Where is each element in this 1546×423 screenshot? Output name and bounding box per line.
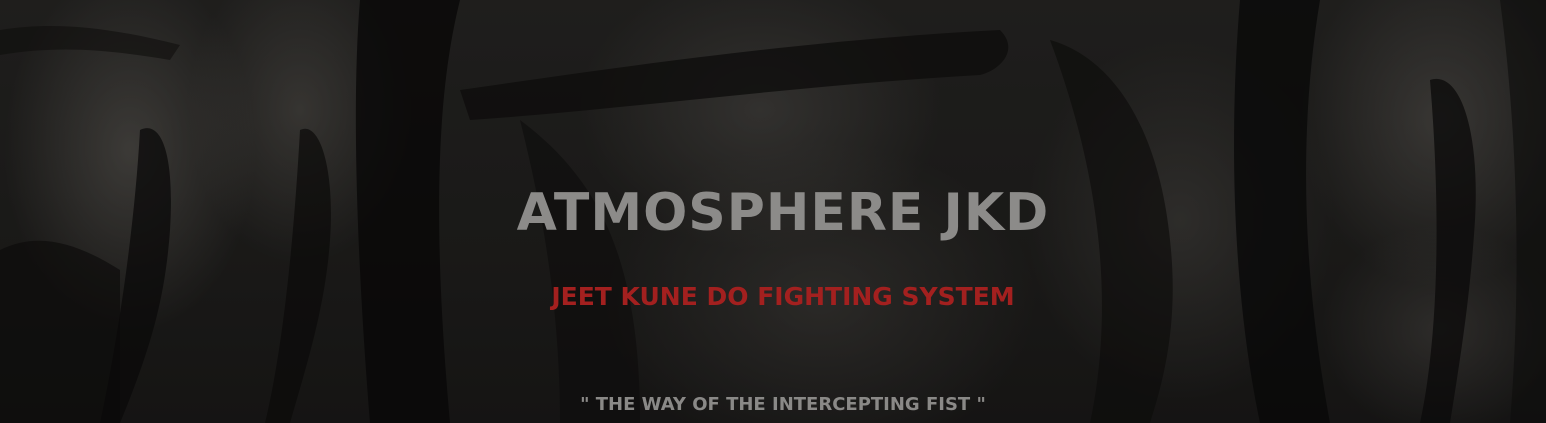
hero-content: ATMOSPHERE JKD JEET KUNE DO FIGHTING SYS…: [0, 0, 1546, 423]
tagline-quote: " THE WAY OF THE INTERCEPTING FIST ": [580, 394, 986, 415]
site-subtitle: JEET KUNE DO FIGHTING SYSTEM: [551, 282, 1015, 311]
site-title: ATMOSPHERE JKD: [516, 183, 1050, 243]
hero-banner: ATMOSPHERE JKD JEET KUNE DO FIGHTING SYS…: [0, 0, 1546, 423]
